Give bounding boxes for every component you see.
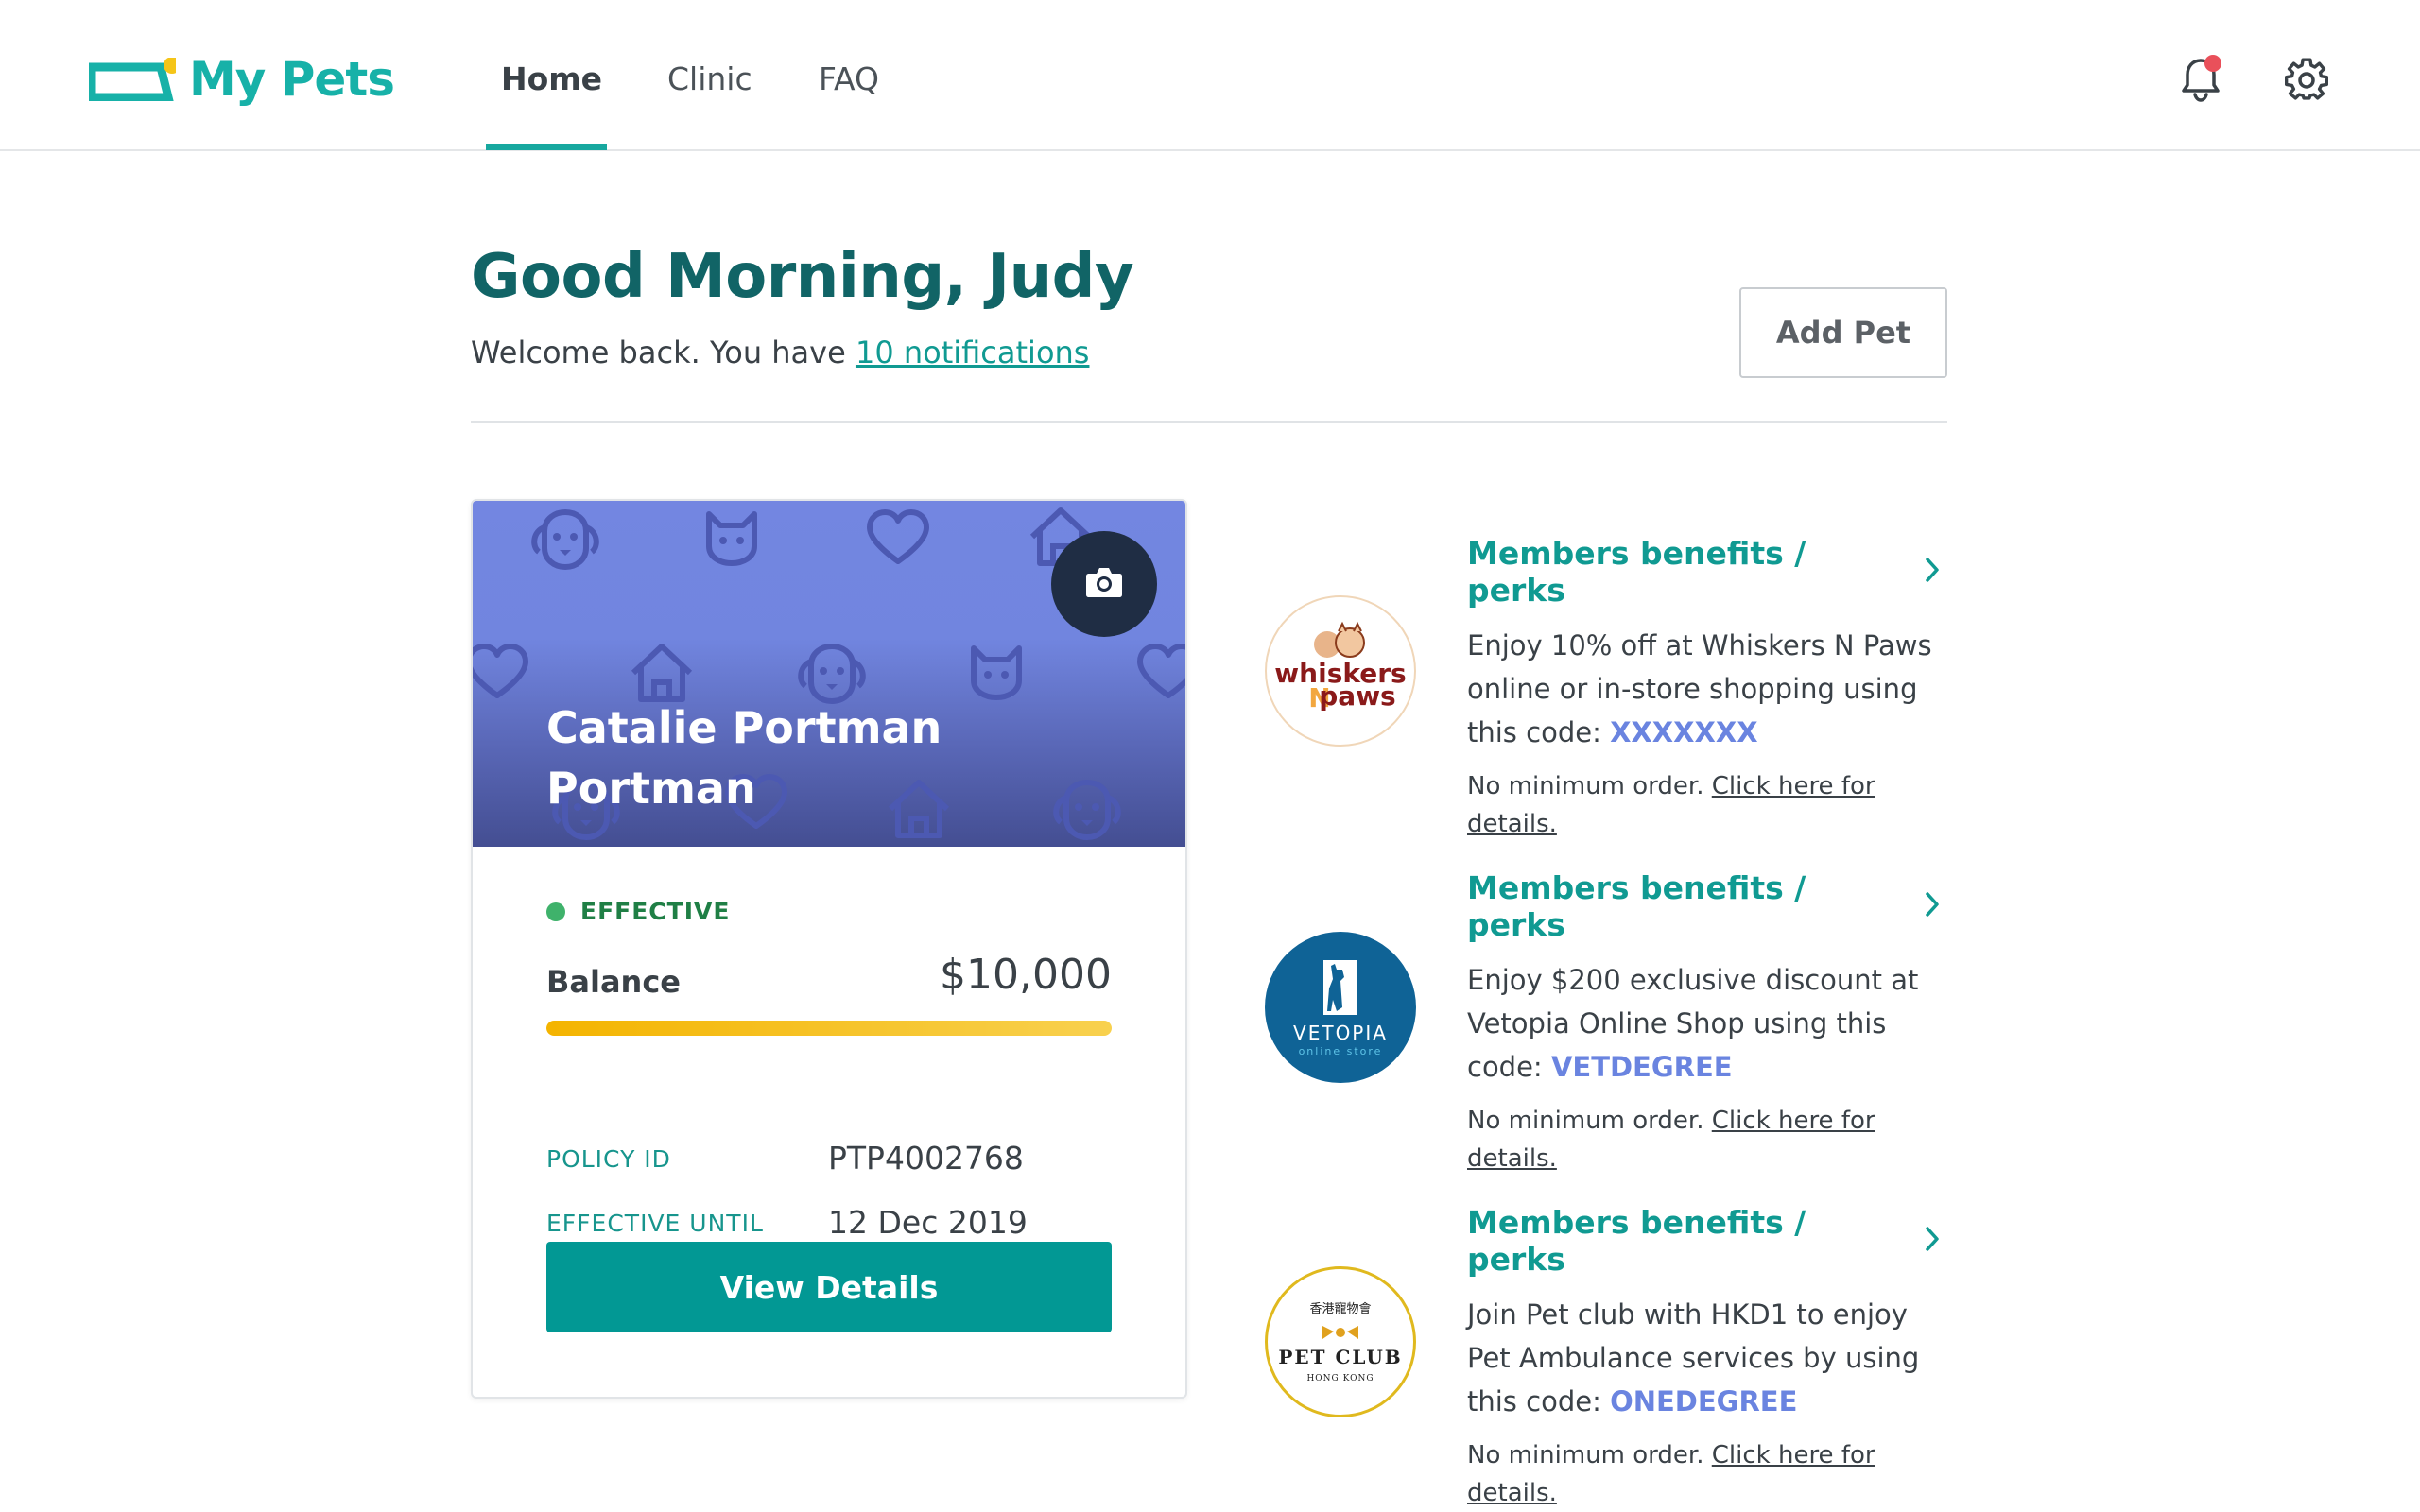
balance-label: Balance — [546, 964, 681, 1000]
pet-club-logo-subtext: HONG KONG — [1306, 1374, 1374, 1383]
promo-code: XXXXXXX — [1610, 716, 1758, 748]
pet-name: Catalie Portman Portman — [546, 702, 942, 814]
view-details-button[interactable]: View Details — [546, 1242, 1112, 1332]
logo-mark-icon — [87, 57, 181, 102]
perk-note: No minimum order. Click here for details… — [1467, 1436, 1940, 1512]
nav-clinic[interactable]: Clinic — [667, 60, 752, 97]
nav-home[interactable]: Home — [501, 60, 602, 97]
balance-progress-fill — [546, 1021, 1112, 1036]
top-nav-bar: My Pets Home Clinic FAQ — [0, 0, 2420, 151]
add-pet-button[interactable]: Add Pet — [1739, 287, 1947, 378]
change-photo-button[interactable] — [1051, 531, 1157, 637]
pet-club-logo: 香港寵物會 PET CLUB HONG KONG — [1265, 1266, 1416, 1418]
chevron-right-icon — [1925, 1223, 1940, 1260]
perk-title: Members benefits / perks — [1467, 869, 1806, 943]
perk-note-text: No minimum order. — [1467, 772, 1712, 800]
settings-button[interactable] — [2280, 55, 2333, 108]
pet-policy-card: Catalie Portman Portman EFFECTIVE Balanc… — [471, 499, 1187, 1399]
perk-title-link[interactable]: Members benefits / perks — [1467, 535, 1940, 609]
effective-until-label: EFFECTIVE UNTIL — [546, 1210, 764, 1237]
perk-body: Members benefits / perks Enjoy $200 excl… — [1467, 869, 1940, 1177]
nav-faq[interactable]: FAQ — [819, 60, 879, 97]
perk-description: Enjoy 10% off at Whiskers N Paws online … — [1467, 624, 1940, 754]
effective-until-value: 12 Dec 2019 — [828, 1204, 1028, 1241]
nav-active-indicator — [486, 144, 607, 150]
status-badge: EFFECTIVE — [580, 898, 731, 925]
perk-note: No minimum order. Click here for details… — [1467, 1102, 1940, 1177]
perk-description: Join Pet club with HKD1 to enjoy Pet Amb… — [1467, 1293, 1940, 1423]
camera-icon — [1085, 566, 1123, 602]
pet-club-logo-text: PET CLUB — [1278, 1346, 1402, 1368]
perk-note-text: No minimum order. — [1467, 1107, 1712, 1135]
vetopia-logo: VETOPIA online store — [1265, 932, 1416, 1083]
perk-note: No minimum order. Click here for details… — [1467, 767, 1940, 843]
welcome-message: Welcome back. You have 10 notifications — [471, 335, 1089, 370]
balance-value: $10,000 — [940, 951, 1112, 999]
perk-title: Members benefits / perks — [1467, 1204, 1806, 1278]
promo-code: VETDEGREE — [1550, 1051, 1733, 1083]
perk-body: Members benefits / perks Join Pet club w… — [1467, 1204, 1940, 1512]
notifications-button[interactable] — [2174, 55, 2227, 108]
section-divider — [471, 421, 1947, 423]
policy-id-value: PTP4002768 — [828, 1140, 1024, 1177]
perk-note-text: No minimum order. — [1467, 1441, 1712, 1469]
page-title: Good Morning, Judy — [471, 242, 1134, 312]
status-dot — [546, 902, 565, 921]
balance-progress-bar — [546, 1021, 1112, 1036]
whiskers-n-paws-logo: whiskers N paws — [1265, 595, 1416, 747]
gear-icon — [2284, 58, 2329, 105]
promo-code: ONEDEGREE — [1610, 1385, 1798, 1418]
perk-body: Members benefits / perks Enjoy 10% off a… — [1467, 535, 1940, 843]
chevron-right-icon — [1925, 888, 1940, 925]
app-logo[interactable]: My Pets — [87, 49, 395, 110]
perk-title-link[interactable]: Members benefits / perks — [1467, 1204, 1940, 1278]
policy-id-label: POLICY ID — [546, 1145, 671, 1173]
welcome-text: Welcome back. You have — [471, 335, 856, 370]
notifications-link[interactable]: 10 notifications — [856, 335, 1090, 370]
pet-photo-banner: Catalie Portman Portman — [473, 501, 1185, 847]
vetopia-logo-subtext: online store — [1299, 1045, 1383, 1057]
chevron-right-icon — [1925, 554, 1940, 591]
notification-dot — [2204, 55, 2221, 72]
logo-text: My Pets — [189, 52, 395, 107]
pet-club-logo-chinese: 香港寵物會 — [1309, 1301, 1371, 1316]
policy-status: EFFECTIVE — [546, 898, 730, 925]
perk-title-link[interactable]: Members benefits / perks — [1467, 869, 1940, 943]
paws-logo-text: paws — [1319, 680, 1395, 712]
vetopia-logo-text: VETOPIA — [1293, 1022, 1388, 1044]
perk-description: Enjoy $200 exclusive discount at Vetopia… — [1467, 958, 1940, 1089]
perk-title: Members benefits / perks — [1467, 535, 1806, 609]
